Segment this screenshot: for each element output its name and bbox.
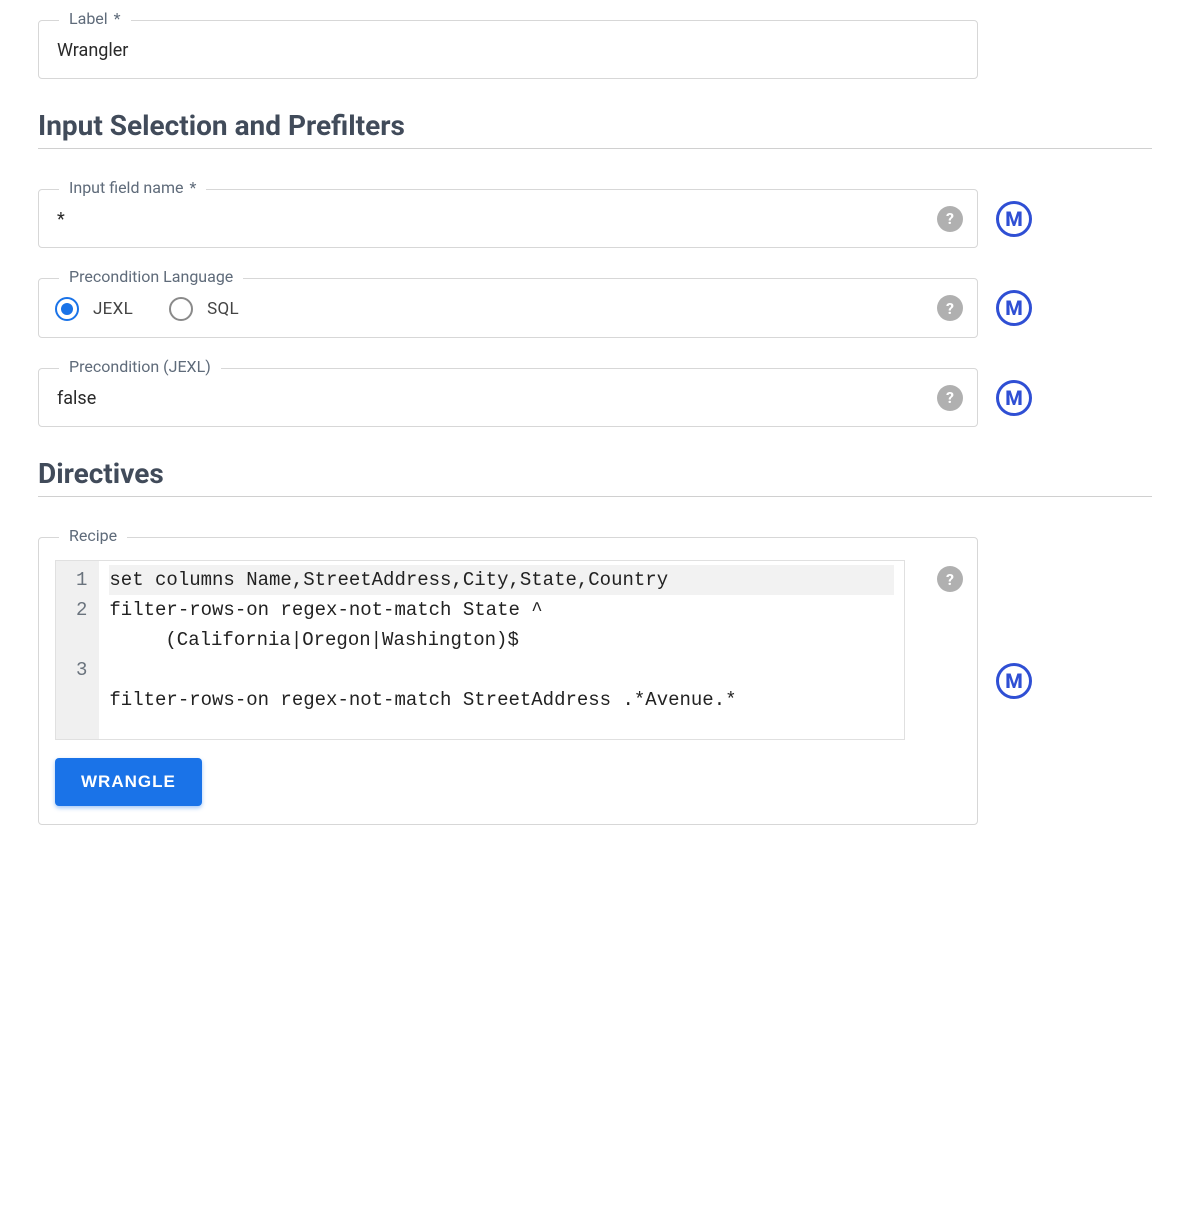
radio-circle [55,297,79,321]
required-asterisk: * [189,178,196,197]
recipe-editor[interactable]: 1 2 3 set columns Name,StreetAddress,Cit… [55,560,905,740]
radio-option-sql[interactable]: SQL [169,297,239,321]
macro-icon[interactable]: M [996,290,1032,326]
radio-dot [61,303,73,315]
label-legend: Label * [59,9,131,28]
precondition-jexl-legend: Precondition (JEXL) [59,357,221,376]
precondition-jexl-input[interactable] [55,387,921,410]
help-icon[interactable]: ? [937,566,963,592]
recipe-legend: Recipe [59,526,127,545]
precondition-jexl-fieldset: Precondition (JEXL) ? [38,368,978,427]
section-heading-input-selection: Input Selection and Prefilters [38,109,1152,142]
section-heading-directives: Directives [38,457,1152,490]
radio-label-jexl: JEXL [93,299,133,319]
input-field-name-fieldset: Input field name * ? [38,189,978,248]
section-rule [38,496,1152,497]
recipe-gutter: 1 2 3 [56,561,99,739]
recipe-lines[interactable]: set columns Name,StreetAddress,City,Stat… [99,561,904,739]
input-field-name-legend: Input field name * [59,178,206,197]
macro-icon[interactable]: M [996,201,1032,237]
macro-icon[interactable]: M [996,663,1032,699]
radio-circle [169,297,193,321]
wrangle-button[interactable]: WRANGLE [55,758,202,806]
recipe-fieldset: Recipe 1 2 3 set columns Name,StreetAddr… [38,537,978,825]
macro-icon[interactable]: M [996,380,1032,416]
help-icon[interactable]: ? [937,295,963,321]
section-rule [38,148,1152,149]
input-field-name-input[interactable] [55,208,921,231]
precondition-language-legend: Precondition Language [59,267,243,286]
help-icon[interactable]: ? [937,206,963,232]
required-asterisk: * [114,9,121,28]
precondition-language-radio-group: JEXL SQL [55,297,961,321]
label-text: Label [69,9,108,28]
input-field-name-label: Input field name [69,178,183,197]
radio-option-jexl[interactable]: JEXL [55,297,133,321]
help-icon[interactable]: ? [937,385,963,411]
label-fieldset: Label * [38,20,978,79]
precondition-language-fieldset: Precondition Language JEXL SQL ? [38,278,978,338]
label-input[interactable] [55,39,961,62]
radio-label-sql: SQL [207,299,239,319]
